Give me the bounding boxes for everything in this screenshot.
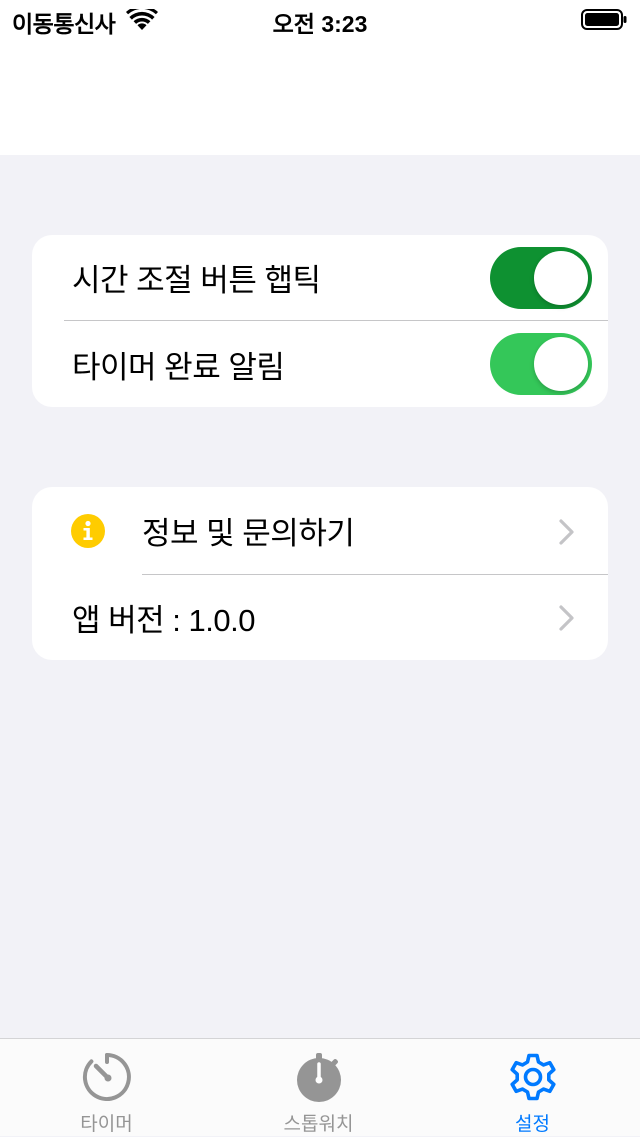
tab-label: 스톱워치 — [283, 1114, 354, 1135]
info-contact-row[interactable]: 정보 및 문의하기 — [32, 487, 608, 574]
timer-alert-setting-label: 타이머 완료 알림 — [72, 349, 285, 385]
haptic-setting-row: 시간 조절 버튼 햅틱 — [32, 235, 608, 320]
navigation-bar — [0, 40, 640, 155]
tab-stopwatch[interactable]: 스톱워치 — [212, 1039, 425, 1137]
haptic-setting-label: 시간 조절 버튼 햅틱 — [72, 263, 321, 298]
toggle-knob — [534, 251, 588, 305]
timer-alert-toggle[interactable] — [490, 333, 592, 395]
tab-settings[interactable]: 설정 — [426, 1039, 639, 1137]
chevron-right-icon — [556, 519, 576, 550]
app-version-label: 앱 버전 : 1.0.0 — [72, 603, 255, 638]
info-links-group: 정보 및 문의하기 앱 버전 : 1.0.0 — [32, 487, 608, 660]
haptic-toggle[interactable] — [490, 247, 592, 309]
info-icon — [71, 514, 105, 553]
toggle-settings-group: 시간 조절 버튼 햅틱 타이머 완료 알림 — [32, 235, 608, 407]
gear-icon — [507, 1051, 559, 1108]
tab-bar: 타이머 스톱워치 설정 — [0, 1038, 640, 1136]
info-contact-label: 정보 및 문의하기 — [142, 516, 355, 551]
toggle-knob — [534, 337, 588, 391]
stopwatch-icon — [293, 1051, 345, 1108]
chevron-right-icon — [556, 605, 576, 636]
status-bar: 이동통신사 오전 3:23 — [0, 0, 640, 40]
timer-icon — [81, 1051, 133, 1108]
battery-icon — [580, 8, 628, 37]
tab-label: 타이머 — [80, 1114, 133, 1135]
app-version-row[interactable]: 앱 버전 : 1.0.0 — [32, 575, 608, 660]
tab-label: 설정 — [515, 1114, 550, 1135]
status-time: 오전 3:23 — [272, 11, 368, 37]
tab-timer[interactable]: 타이머 — [0, 1039, 213, 1137]
timer-alert-setting-row: 타이머 완료 알림 — [32, 321, 608, 407]
